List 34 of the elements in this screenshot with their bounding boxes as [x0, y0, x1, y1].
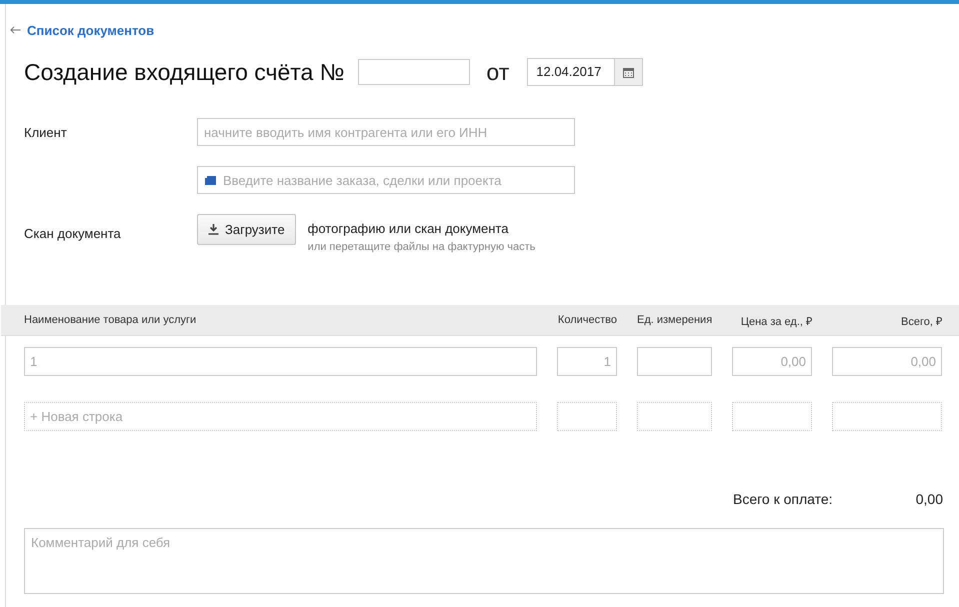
comment-field[interactable]: Комментарий для себя — [24, 528, 944, 594]
column-header: Ед. измерения — [637, 314, 712, 326]
total-label: Всего к оплате: — [733, 491, 834, 507]
date-label: от — [486, 58, 510, 86]
column-header: Наименование товара или услуги — [24, 314, 198, 326]
calendar-icon[interactable] — [623, 66, 634, 78]
table-input-field[interactable] — [557, 402, 617, 431]
back-arrow-icon[interactable] — [10, 26, 21, 34]
table-input-field[interactable]: 1 — [24, 347, 537, 376]
client-label: Клиент — [24, 124, 68, 140]
upload-text: фотографию или скан документа — [308, 221, 510, 236]
total-value: 0,00 — [914, 491, 943, 507]
folder-icon — [205, 176, 216, 185]
column-header: Всего, ₽ — [900, 314, 942, 328]
number-field[interactable] — [358, 59, 470, 85]
table-input-field[interactable] — [637, 347, 712, 376]
upload-hint: или перетащите файлы на фактурную часть — [308, 241, 536, 253]
upload-button[interactable]: Загрузите — [197, 214, 296, 245]
column-header: Количество — [557, 314, 617, 326]
project-field[interactable]: Введите название заказа, сделки или проекта — [197, 166, 575, 194]
table-input-field[interactable]: 0,00 — [732, 347, 812, 376]
date-field[interactable]: 12.04.2017 — [527, 58, 644, 86]
table-input-field[interactable] — [832, 402, 942, 431]
back-link[interactable]: Список документов — [27, 22, 154, 38]
new-row-field[interactable]: + Новая строка — [24, 402, 537, 431]
scan-label: Скан документа — [24, 226, 122, 241]
table-input-field[interactable]: 1 — [557, 347, 617, 376]
table-input-field[interactable] — [732, 402, 812, 431]
download-icon — [208, 224, 219, 235]
table-input-field[interactable] — [637, 402, 712, 431]
column-header: Цена за ед., ₽ — [740, 314, 812, 328]
table-input-field[interactable]: 0,00 — [832, 347, 942, 376]
client-field[interactable]: начните вводить имя контрагента или его ИНН — [197, 118, 575, 146]
page-title: Создание входящего счёта № — [24, 58, 344, 86]
